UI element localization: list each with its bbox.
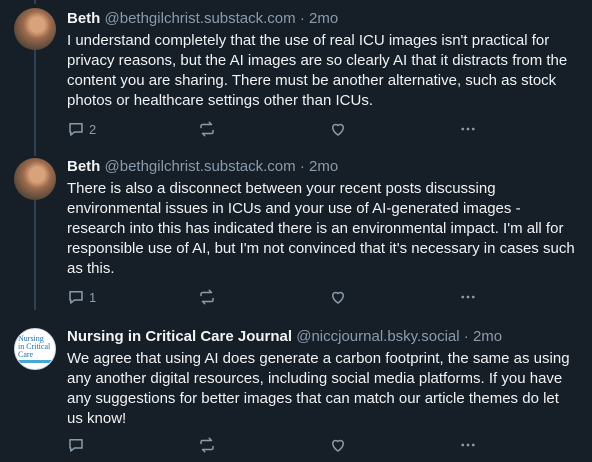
reply-count: 1: [89, 289, 97, 305]
reply-icon: [67, 288, 85, 306]
repost-button[interactable]: [198, 436, 216, 454]
reply-icon: [67, 120, 85, 138]
reply-count: 2: [89, 121, 97, 137]
author-handle[interactable]: @niccjournal.bsky.social: [296, 328, 459, 345]
author-handle[interactable]: @bethgilchrist.substack.com: [105, 10, 296, 27]
thread-line: [34, 0, 36, 4]
repost-icon: [198, 436, 216, 454]
post-thread: Beth @bethgilchrist.substack.com · 2mo I…: [0, 0, 592, 462]
more-icon: [459, 436, 477, 454]
more-options-button[interactable]: [459, 120, 477, 138]
post-header: Nursing in Critical Care Journal @niccjo…: [67, 328, 577, 346]
more-icon: [459, 120, 477, 138]
separator: ·: [463, 328, 469, 345]
like-button[interactable]: [329, 120, 347, 138]
reply-button[interactable]: 1: [67, 288, 96, 306]
more-options-button[interactable]: [459, 288, 477, 306]
author-name[interactable]: Beth: [67, 10, 100, 27]
post-actions: [67, 436, 487, 454]
like-icon: [329, 436, 347, 454]
repost-button[interactable]: [198, 288, 216, 306]
post-actions: 2: [67, 120, 487, 138]
author-handle[interactable]: @bethgilchrist.substack.com: [105, 158, 296, 175]
like-icon: [329, 120, 347, 138]
post-time[interactable]: 2mo: [473, 328, 502, 345]
repost-icon: [198, 288, 216, 306]
like-button[interactable]: [329, 288, 347, 306]
author-name[interactable]: Beth: [67, 158, 100, 175]
separator: ·: [299, 158, 305, 175]
more-icon: [459, 288, 477, 306]
post-header: Beth @bethgilchrist.substack.com · 2mo: [67, 158, 577, 176]
reply-button[interactable]: 2: [67, 120, 96, 138]
post-text: There is also a disconnect between your …: [67, 180, 575, 277]
avatar[interactable]: [14, 8, 56, 50]
reply-icon: [67, 436, 85, 454]
post-time[interactable]: 2mo: [309, 158, 338, 175]
thread-line: [34, 198, 36, 310]
post-text: I understand completely that the use of …: [67, 32, 568, 109]
avatar-logo-text: Care: [18, 350, 34, 359]
separator: ·: [299, 10, 305, 27]
repost-button[interactable]: [198, 120, 216, 138]
avatar[interactable]: Nursing in Critical Care: [14, 328, 56, 370]
more-options-button[interactable]: [459, 436, 477, 454]
avatar[interactable]: [14, 158, 56, 200]
reply-button[interactable]: [67, 436, 89, 454]
avatar-logo-strip: [15, 360, 55, 363]
post-time[interactable]: 2mo: [309, 10, 338, 27]
post-text: We agree that using AI does generate a c…: [67, 350, 570, 427]
thread-line: [34, 48, 36, 156]
post-header: Beth @bethgilchrist.substack.com · 2mo: [67, 10, 577, 28]
author-name[interactable]: Nursing in Critical Care Journal: [67, 328, 292, 345]
repost-icon: [198, 120, 216, 138]
post-actions: 1: [67, 288, 487, 306]
like-button[interactable]: [329, 436, 347, 454]
like-icon: [329, 288, 347, 306]
